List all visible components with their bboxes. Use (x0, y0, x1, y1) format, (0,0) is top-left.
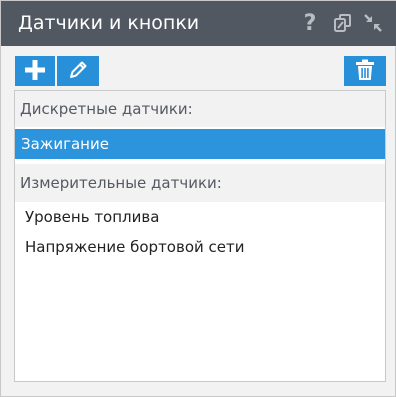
panel-title: Датчики и кнопки (18, 12, 200, 34)
group-header-measuring: Измерительные датчики: (15, 164, 385, 202)
sensors-buttons-panel: Датчики и кнопки ? Дискретные датчики: З… (0, 0, 396, 397)
edit-button[interactable] (57, 56, 99, 86)
group-header-discrete: Дискретные датчики: (15, 91, 385, 127)
list-item-onboard-voltage[interactable]: Напряжение бортовой сети (15, 232, 385, 262)
copy-windows-icon[interactable] (331, 10, 355, 36)
sensor-list: Дискретные датчики: Зажигание Измеритель… (14, 90, 386, 382)
trash-icon (355, 59, 375, 84)
panel-titlebar: Датчики и кнопки ? (1, 1, 396, 46)
edit-pencil-icon (67, 59, 89, 84)
add-button[interactable] (15, 56, 55, 86)
list-item-ignition[interactable]: Зажигание (15, 129, 385, 159)
add-icon (24, 59, 46, 84)
collapse-icon[interactable] (361, 10, 385, 36)
list-item-fuel-level[interactable]: Уровень топлива (15, 202, 385, 232)
delete-button[interactable] (344, 56, 386, 86)
help-icon[interactable]: ? (298, 10, 322, 36)
